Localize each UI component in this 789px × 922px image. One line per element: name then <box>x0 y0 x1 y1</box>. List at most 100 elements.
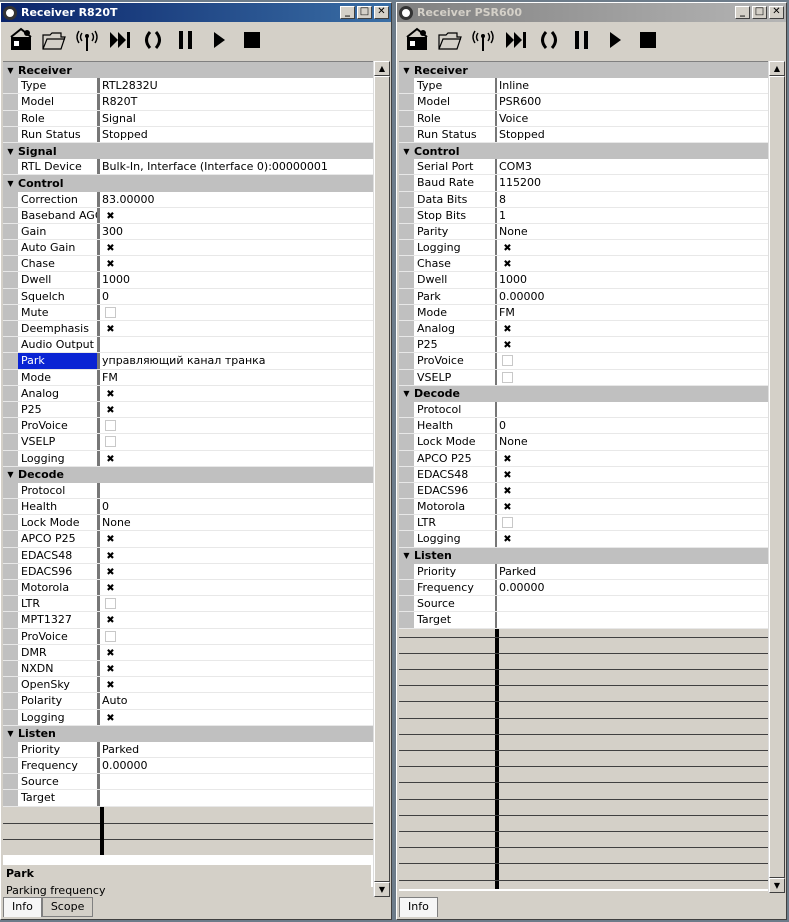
pause-button[interactable] <box>170 26 201 57</box>
property-value[interactable]: 0 <box>100 289 373 304</box>
title-bar[interactable]: Receiver R820T _ □ ✕ <box>1 3 391 22</box>
property-value[interactable]: 0 <box>100 499 373 514</box>
property-row-ltr[interactable]: LTR <box>399 515 768 532</box>
property-value[interactable]: Signal <box>100 111 373 126</box>
property-checkbox[interactable] <box>497 370 768 385</box>
maximize-button[interactable]: □ <box>752 6 767 19</box>
property-row-baseband-agc[interactable]: Baseband AGC ✖ <box>3 207 373 224</box>
property-value[interactable]: Bulk-In, Interface (Interface 0):0000000… <box>100 159 373 174</box>
property-row-health[interactable]: Health 0 <box>399 418 768 435</box>
home-radio-button[interactable] <box>5 26 36 57</box>
property-checkbox[interactable]: ✖ <box>100 645 373 660</box>
property-row-motorola[interactable]: Motorola ✖ <box>399 499 768 516</box>
unchecked-icon[interactable] <box>105 420 116 432</box>
property-checkbox[interactable]: ✖ <box>497 531 768 546</box>
unchecked-icon[interactable] <box>105 630 116 642</box>
property-row-opensky[interactable]: OpenSky ✖ <box>3 677 373 694</box>
title-bar[interactable]: Receiver PSR600 _ □ ✕ <box>397 3 786 22</box>
property-row-priority[interactable]: Priority Parked <box>3 741 373 759</box>
scroll-thumb[interactable] <box>769 76 785 878</box>
checked-icon[interactable]: ✖ <box>502 470 513 481</box>
checked-icon[interactable]: ✖ <box>105 583 116 594</box>
pause-button[interactable] <box>566 26 597 57</box>
property-value[interactable]: Inline <box>497 78 768 93</box>
property-checkbox[interactable]: ✖ <box>100 580 373 595</box>
property-value[interactable]: FM <box>497 305 768 320</box>
property-row-dwell[interactable]: Dwell 1000 <box>3 272 373 289</box>
collapse-toggle-icon[interactable]: ▼ <box>3 179 18 188</box>
property-row-rtl-device[interactable]: RTL Device Bulk-In, Interface (Interface … <box>3 159 373 176</box>
property-row-logging[interactable]: Logging ✖ <box>399 240 768 257</box>
property-checkbox[interactable]: ✖ <box>497 321 768 336</box>
unchecked-icon[interactable] <box>105 598 116 610</box>
property-value[interactable]: 1000 <box>497 272 768 287</box>
close-button[interactable]: ✕ <box>769 6 784 19</box>
property-row-apco-p25[interactable]: APCO P25 ✖ <box>399 450 768 467</box>
vertical-scrollbar[interactable]: ▲ ▼ <box>373 61 390 897</box>
property-row-edacs48[interactable]: EDACS48 ✖ <box>399 466 768 483</box>
play-button[interactable] <box>203 26 234 57</box>
checked-icon[interactable]: ✖ <box>105 259 116 270</box>
property-row-park[interactable]: Park управляющий канал транка <box>3 353 373 370</box>
property-row-chase[interactable]: Chase ✖ <box>399 256 768 273</box>
property-value[interactable] <box>497 402 768 417</box>
property-value[interactable]: 1000 <box>100 272 373 287</box>
property-row-model[interactable]: Model PSR600 <box>399 94 768 111</box>
property-value[interactable] <box>100 774 373 789</box>
category-listen[interactable]: ▼ Listen <box>3 725 373 742</box>
property-checkbox[interactable] <box>100 629 373 644</box>
property-row-provoice[interactable]: ProVoice <box>399 353 768 370</box>
checked-icon[interactable]: ✖ <box>105 211 116 222</box>
category-receiver[interactable]: ▼ Receiver <box>399 62 768 79</box>
property-value[interactable]: 300 <box>100 224 373 239</box>
property-checkbox[interactable]: ✖ <box>100 386 373 401</box>
property-checkbox[interactable]: ✖ <box>100 451 373 466</box>
property-row-gain[interactable]: Gain 300 <box>3 223 373 241</box>
checked-icon[interactable]: ✖ <box>502 502 513 513</box>
minimize-button[interactable]: _ <box>340 6 355 19</box>
property-value[interactable]: 1 <box>497 208 768 223</box>
stop-button[interactable] <box>632 26 663 57</box>
property-row-p25[interactable]: P25 ✖ <box>3 401 373 419</box>
category-receiver[interactable]: ▼ Receiver <box>3 62 373 79</box>
property-row-health[interactable]: Health 0 <box>3 499 373 516</box>
property-row-type[interactable]: Type RTL2832U <box>3 78 373 95</box>
property-checkbox[interactable]: ✖ <box>100 531 373 546</box>
property-checkbox[interactable]: ✖ <box>100 710 373 725</box>
checked-icon[interactable]: ✖ <box>105 551 116 562</box>
property-value[interactable]: COM3 <box>497 159 768 174</box>
home-radio-button[interactable] <box>401 26 432 57</box>
property-checkbox[interactable]: ✖ <box>100 548 373 563</box>
checked-icon[interactable]: ✖ <box>502 486 513 497</box>
property-value[interactable]: None <box>100 515 373 530</box>
property-value[interactable]: FM <box>100 370 373 385</box>
property-row-role[interactable]: Role Signal <box>3 110 373 127</box>
checked-icon[interactable]: ✖ <box>502 534 513 545</box>
stop-button[interactable] <box>236 26 267 57</box>
property-checkbox[interactable]: ✖ <box>100 256 373 271</box>
property-value[interactable]: 0.00000 <box>100 758 373 773</box>
property-checkbox[interactable]: ✖ <box>100 564 373 579</box>
property-checkbox[interactable] <box>100 305 373 320</box>
property-value[interactable]: RTL2832U <box>100 78 373 93</box>
property-row-source[interactable]: Source <box>399 596 768 613</box>
property-row-edacs96[interactable]: EDACS96 ✖ <box>399 482 768 500</box>
property-row-analog[interactable]: Analog ✖ <box>399 321 768 338</box>
antenna-button[interactable] <box>71 26 102 57</box>
checked-icon[interactable]: ✖ <box>105 615 116 626</box>
property-value[interactable]: 8 <box>497 192 768 207</box>
property-checkbox[interactable] <box>100 434 373 449</box>
property-row-mode[interactable]: Mode FM <box>399 304 768 321</box>
property-row-protocol[interactable]: Protocol <box>399 401 768 419</box>
scroll-down-arrow[interactable]: ▼ <box>374 882 390 897</box>
property-checkbox[interactable]: ✖ <box>497 240 768 255</box>
checked-icon[interactable]: ✖ <box>105 680 116 691</box>
category-signal[interactable]: ▼ Signal <box>3 142 373 160</box>
property-value[interactable] <box>100 483 373 498</box>
property-value[interactable]: Parked <box>497 564 768 579</box>
checked-icon[interactable]: ✖ <box>105 454 116 465</box>
property-row-source[interactable]: Source <box>3 774 373 791</box>
property-checkbox[interactable] <box>100 596 373 611</box>
property-row-stop-bits[interactable]: Stop Bits 1 <box>399 207 768 224</box>
property-value[interactable]: Stopped <box>100 127 373 142</box>
